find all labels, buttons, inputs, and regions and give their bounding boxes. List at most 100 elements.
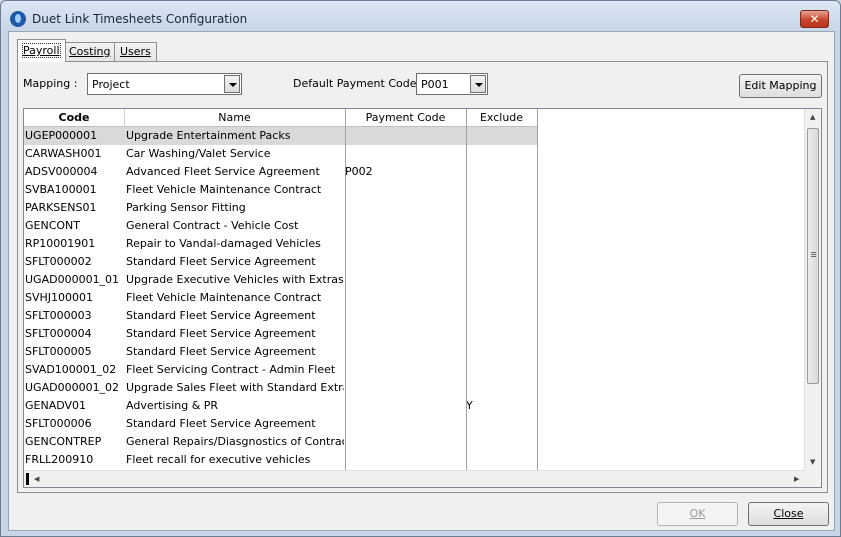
code-cell[interactable]: UGEP000001 [25, 127, 123, 145]
table-row[interactable]: GENADV01 Advertising & PR Y [24, 397, 537, 415]
mapping-dropdown[interactable]: Project [87, 73, 242, 95]
name-cell[interactable]: General Repairs/Diasgnostics of Contract [126, 433, 344, 451]
payment-code-cell[interactable] [345, 433, 465, 451]
scroll-down-icon[interactable]: ▼ [810, 458, 815, 466]
code-cell[interactable]: SVHJ100001 [25, 289, 123, 307]
payment-code-cell[interactable] [345, 397, 465, 415]
tab-costing[interactable]: Costing [63, 42, 117, 62]
code-cell[interactable]: SFLT000004 [25, 325, 123, 343]
exclude-cell[interactable]: Y [466, 397, 536, 415]
name-cell[interactable]: Upgrade Sales Fleet with Standard Extras [126, 379, 344, 397]
payment-code-cell[interactable] [345, 451, 465, 469]
column-header-code[interactable]: Code [24, 109, 124, 127]
table-row[interactable]: SVHJ100001 Fleet Vehicle Maintenance Cont… [24, 289, 537, 307]
scroll-right-icon[interactable]: ▶ [794, 475, 799, 483]
exclude-cell[interactable] [466, 343, 536, 361]
name-cell[interactable]: Parking Sensor Fitting [126, 199, 344, 217]
payment-code-cell[interactable] [345, 379, 465, 397]
code-cell[interactable]: UGAD000001_02 [25, 379, 123, 397]
exclude-cell[interactable] [466, 217, 536, 235]
code-cell[interactable]: SFLT000005 [25, 343, 123, 361]
name-cell[interactable]: Standard Fleet Service Agreement [126, 307, 344, 325]
table-row[interactable]: SFLT000006 Standard Fleet Service Agreeme… [24, 415, 537, 433]
exclude-cell[interactable] [466, 307, 536, 325]
exclude-cell[interactable] [466, 451, 536, 469]
exclude-cell[interactable] [466, 127, 536, 145]
default-payment-code-dropdown[interactable]: P001 [416, 73, 488, 95]
code-cell[interactable]: SFLT000006 [25, 415, 123, 433]
table-row[interactable]: GENCONTREP General Repairs/Diasgnostics o… [24, 433, 537, 451]
payment-code-cell[interactable] [345, 415, 465, 433]
exclude-cell[interactable] [466, 361, 536, 379]
window-close-button[interactable]: ✕ [800, 10, 829, 28]
table-row[interactable]: UGEP000001 Upgrade Entertainment Packs [24, 127, 537, 145]
table-row[interactable]: SVAD100001_02 Fleet Servicing Contract - … [24, 361, 537, 379]
table-row[interactable]: CARWASH001 Car Washing/Valet Service [24, 145, 537, 163]
name-cell[interactable]: Standard Fleet Service Agreement [126, 253, 344, 271]
code-cell[interactable]: UGAD000001_01 [25, 271, 123, 289]
name-cell[interactable]: Upgrade Executive Vehicles with Extras [126, 271, 344, 289]
name-cell[interactable]: Standard Fleet Service Agreement [126, 325, 344, 343]
scroll-up-icon[interactable]: ▲ [810, 113, 815, 121]
payment-code-cell[interactable] [345, 289, 465, 307]
name-cell[interactable]: Repair to Vandal-damaged Vehicles [126, 235, 344, 253]
code-cell[interactable]: GENCONTREP [25, 433, 123, 451]
code-cell[interactable]: SVAD100001_02 [25, 361, 123, 379]
table-row[interactable]: FRLL200910 Fleet recall for executive veh… [24, 451, 537, 469]
exclude-cell[interactable] [466, 433, 536, 451]
payment-code-cell[interactable] [345, 307, 465, 325]
tab-users[interactable]: Users [114, 42, 157, 62]
code-cell[interactable]: SFLT000003 [25, 307, 123, 325]
name-cell[interactable]: Fleet Vehicle Maintenance Contract [126, 181, 344, 199]
tab-payroll[interactable]: Payroll [17, 39, 66, 62]
payment-code-cell[interactable] [345, 127, 465, 145]
code-cell[interactable]: RP10001901 [25, 235, 123, 253]
chevron-down-icon[interactable] [470, 75, 486, 93]
payment-code-cell[interactable] [345, 145, 465, 163]
table-row[interactable]: UGAD000001_01 Upgrade Executive Vehicles … [24, 271, 537, 289]
payment-code-cell[interactable] [345, 271, 465, 289]
name-cell[interactable]: Upgrade Entertainment Packs [126, 127, 344, 145]
name-cell[interactable]: Fleet recall for executive vehicles [126, 451, 344, 469]
table-row[interactable]: PARKSENS01 Parking Sensor Fitting [24, 199, 537, 217]
table-row[interactable]: SFLT000003 Standard Fleet Service Agreeme… [24, 307, 537, 325]
payment-code-cell[interactable] [345, 181, 465, 199]
exclude-cell[interactable] [466, 271, 536, 289]
table-row[interactable]: GENCONT General Contract - Vehicle Cost [24, 217, 537, 235]
exclude-cell[interactable] [466, 415, 536, 433]
column-header-payment-code[interactable]: Payment Code [345, 109, 466, 127]
scroll-left-icon[interactable]: ◀ [34, 475, 39, 483]
payment-code-cell[interactable]: P002 [345, 163, 465, 181]
exclude-cell[interactable] [466, 379, 536, 397]
table-row[interactable]: RP10001901 Repair to Vandal-damaged Vehic… [24, 235, 537, 253]
name-cell[interactable]: Advanced Fleet Service Agreement [126, 163, 344, 181]
payment-code-cell[interactable] [345, 253, 465, 271]
code-cell[interactable]: PARKSENS01 [25, 199, 123, 217]
table-row[interactable]: SVBA100001 Fleet Vehicle Maintenance Cont… [24, 181, 537, 199]
name-cell[interactable]: Standard Fleet Service Agreement [126, 415, 344, 433]
payment-code-cell[interactable] [345, 217, 465, 235]
vertical-scrollbar[interactable]: ▲ ▼ [804, 109, 821, 470]
payment-code-cell[interactable] [345, 235, 465, 253]
name-cell[interactable]: General Contract - Vehicle Cost [126, 217, 344, 235]
table-row[interactable]: UGAD000001_02 Upgrade Sales Fleet with St… [24, 379, 537, 397]
edit-mapping-button[interactable]: Edit Mapping [739, 74, 822, 98]
column-header-exclude[interactable]: Exclude [466, 109, 537, 127]
code-cell[interactable]: FRLL200910 [25, 451, 123, 469]
exclude-cell[interactable] [466, 253, 536, 271]
name-cell[interactable]: Standard Fleet Service Agreement [126, 343, 344, 361]
table-row[interactable]: SFLT000002 Standard Fleet Service Agreeme… [24, 253, 537, 271]
vertical-scroll-thumb[interactable] [807, 128, 819, 384]
code-cell[interactable]: ADSV000004 [25, 163, 123, 181]
close-button[interactable]: Close [748, 502, 829, 526]
payment-code-cell[interactable] [345, 325, 465, 343]
exclude-cell[interactable] [466, 199, 536, 217]
table-row[interactable]: SFLT000004 Standard Fleet Service Agreeme… [24, 325, 537, 343]
code-cell[interactable]: SVBA100001 [25, 181, 123, 199]
exclude-cell[interactable] [466, 163, 536, 181]
ok-button[interactable]: OK [657, 502, 738, 526]
code-cell[interactable]: CARWASH001 [25, 145, 123, 163]
name-cell[interactable]: Car Washing/Valet Service [126, 145, 344, 163]
exclude-cell[interactable] [466, 235, 536, 253]
table-row[interactable]: ADSV000004 Advanced Fleet Service Agreeme… [24, 163, 537, 181]
